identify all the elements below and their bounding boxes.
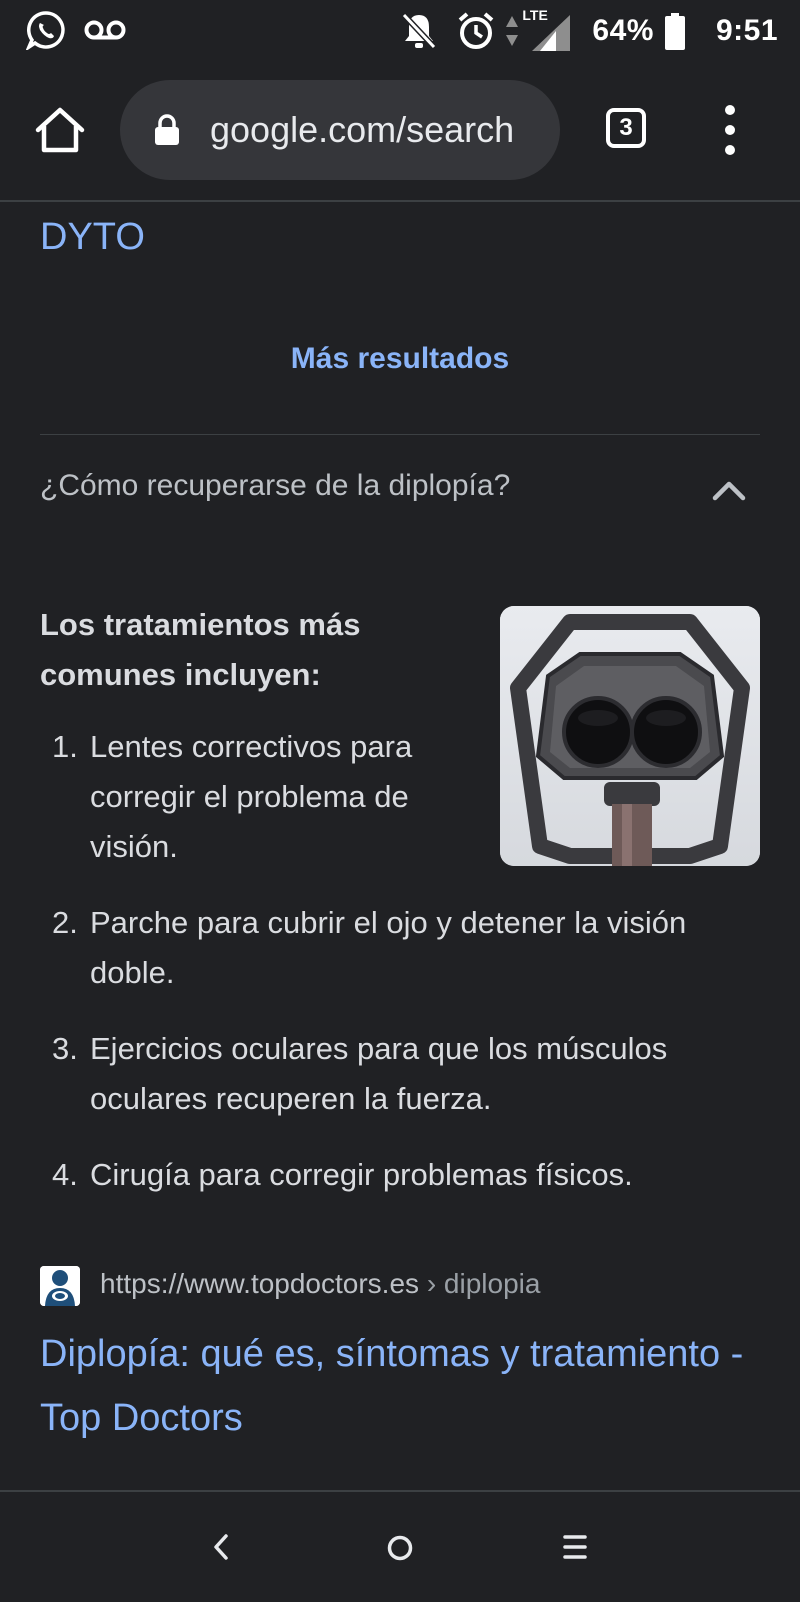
- battery-percent: 64%: [592, 14, 654, 47]
- home-button-icon[interactable]: [386, 1534, 414, 1562]
- address-bar[interactable]: google.com/search: [120, 80, 560, 180]
- more-vert-icon[interactable]: [712, 102, 748, 158]
- battery-icon: [664, 13, 685, 50]
- result-title-link[interactable]: Diplopía: qué es, síntomas y tratamiento…: [40, 1322, 770, 1450]
- list-item: 3. Ejercicios oculares para que los músc…: [52, 1024, 764, 1124]
- notifications-off-icon: [402, 12, 437, 50]
- list-item-text: Cirugía para corregir problemas físicos.: [90, 1157, 633, 1192]
- recents-icon[interactable]: [562, 1532, 588, 1562]
- list-item-text: Lentes correctivos para corregir el prob…: [90, 729, 413, 864]
- source-citation[interactable]: https://www.topdoctors.es › diplopia: [40, 1264, 760, 1308]
- alarm-icon: [459, 12, 494, 49]
- system-nav-bar: [0, 1490, 800, 1602]
- tab-switcher-button[interactable]: 3: [606, 108, 646, 148]
- list-item-number: 4.: [52, 1157, 78, 1192]
- clock: 9:51: [715, 14, 778, 47]
- tab-count: 3: [619, 114, 633, 141]
- back-icon[interactable]: [210, 1532, 232, 1562]
- list-item-text: Parche para cubrir el ojo y detener la v…: [90, 905, 687, 990]
- source-path: › diplopia: [419, 1268, 541, 1299]
- lock-icon[interactable]: [154, 114, 180, 146]
- status-left: [26, 10, 126, 50]
- search-results: DYTO Más resultados ¿Cómo recuperarse de…: [0, 202, 800, 1490]
- source-domain: https://www.topdoctors.es: [100, 1268, 420, 1299]
- topdoctors-favicon: [40, 1266, 80, 1306]
- browser-toolbar: google.com/search 3: [0, 62, 800, 202]
- whatsapp-icon: [26, 11, 65, 50]
- status-bar: LTE 64% 9:51: [0, 0, 800, 62]
- status-right: LTE 64% 9:51: [400, 7, 778, 54]
- list-item-number: 2.: [52, 905, 78, 940]
- list-item: 2. Parche para cubrir el ojo y detener l…: [52, 898, 764, 998]
- signal-icon: LTE: [522, 7, 571, 51]
- source-url[interactable]: https://www.topdoctors.es › diplopia: [100, 1268, 540, 1300]
- network-type-label: LTE: [522, 7, 548, 23]
- list-item-number: 3.: [52, 1031, 78, 1066]
- home-icon[interactable]: [34, 104, 86, 156]
- list-item: 1. Lentes correctivos para corregir el p…: [52, 722, 462, 872]
- list-item: 4. Cirugía para corregir problemas físic…: [52, 1150, 764, 1200]
- url-text[interactable]: google.com/search: [210, 106, 540, 154]
- voicemail-icon: [84, 20, 126, 40]
- list-item-text: Ejercicios oculares para que los músculo…: [90, 1031, 668, 1116]
- list-item-number: 1.: [52, 729, 78, 764]
- data-arrows-icon: [506, 16, 519, 46]
